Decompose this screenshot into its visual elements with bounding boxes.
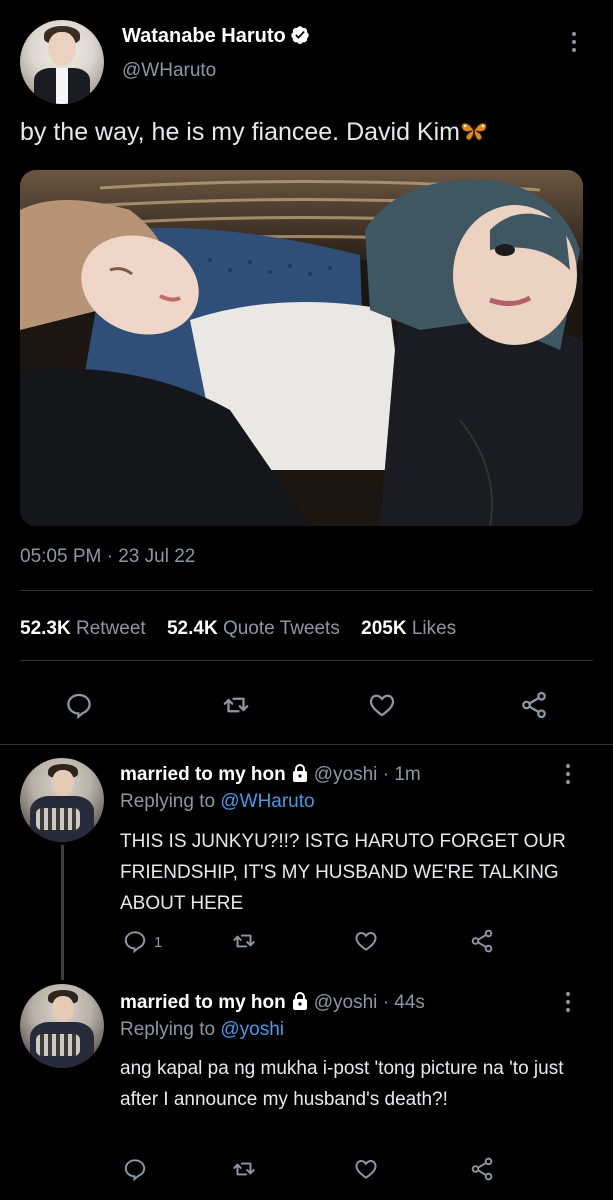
- tweet-timestamp[interactable]: 05:05 PM · 23 Jul 22: [20, 546, 195, 568]
- heart-icon[interactable]: [349, 924, 383, 958]
- author-handle[interactable]: @WHaruto: [122, 60, 216, 82]
- reply-header: married to my hon @yoshi · 1m: [120, 763, 421, 786]
- replying-to-handle[interactable]: @WHaruto: [220, 791, 314, 812]
- reply-action-bar: 1: [0, 924, 613, 960]
- more-vertical-icon[interactable]: [566, 32, 582, 56]
- replying-to: Replying to @yoshi: [120, 1019, 284, 1041]
- reply-author-handle[interactable]: @yoshi: [314, 764, 378, 785]
- replying-to-label: Replying to: [120, 791, 216, 812]
- likes-stat[interactable]: 205K Likes: [361, 618, 456, 640]
- heart-icon[interactable]: [365, 688, 399, 722]
- divider: [20, 660, 593, 661]
- reply-author-name[interactable]: married to my hon: [120, 992, 286, 1013]
- replying-to-label: Replying to: [120, 1019, 216, 1040]
- share-icon[interactable]: [517, 688, 551, 722]
- verified-badge-icon: [290, 26, 309, 44]
- replying-to-handle[interactable]: @yoshi: [220, 1019, 284, 1040]
- share-icon[interactable]: [465, 924, 499, 958]
- reply-text: ang kapal pa ng mukha i-post 'tong pictu…: [120, 1058, 564, 1110]
- reply-text: THIS IS JUNKYU?!!? ISTG HARUTO FORGET OU…: [120, 831, 566, 914]
- reply-icon[interactable]: [118, 1152, 152, 1186]
- likes-label: Likes: [411, 618, 457, 639]
- reply-icon[interactable]: [118, 924, 152, 958]
- lock-icon: [292, 764, 307, 782]
- reply-author-name[interactable]: married to my hon: [120, 764, 286, 785]
- quote-stat[interactable]: 52.4K Quote Tweets: [167, 618, 340, 640]
- reply-author-handle[interactable]: @yoshi: [314, 992, 378, 1013]
- replying-to: Replying to @WHaruto: [120, 791, 315, 813]
- retweet-icon[interactable]: [219, 688, 253, 722]
- quote-count: 52.4K: [166, 618, 218, 639]
- retweet-icon[interactable]: [227, 924, 261, 958]
- main-action-bar: [0, 688, 613, 724]
- author-name-row[interactable]: Watanabe Haruto: [122, 25, 310, 48]
- reply-time: · 44s: [382, 992, 425, 1013]
- reply-avatar[interactable]: [20, 984, 104, 1068]
- retweet-stat[interactable]: 52.3K Retweet: [20, 618, 146, 640]
- heart-icon[interactable]: [349, 1152, 383, 1186]
- more-vertical-icon[interactable]: [560, 992, 576, 1014]
- share-icon[interactable]: [465, 1152, 499, 1186]
- retweet-icon[interactable]: [227, 1152, 261, 1186]
- author-avatar[interactable]: [20, 20, 104, 104]
- lock-icon: [292, 992, 307, 1010]
- tweet-stats: 52.3K Retweet 52.4K Quote Tweets 205K Li…: [20, 618, 472, 640]
- divider: [20, 590, 593, 591]
- author-display-name[interactable]: Watanabe Haruto: [122, 25, 286, 47]
- tweet-photo[interactable]: [20, 170, 583, 526]
- reply-count: 1: [154, 934, 163, 951]
- retweet-count: 52.3K: [20, 618, 71, 639]
- photo-illustration: [20, 170, 583, 526]
- reply-action-bar: [0, 1152, 613, 1188]
- reply-time: · 1m: [382, 764, 421, 785]
- reply-avatar[interactable]: [20, 758, 104, 842]
- reply-icon[interactable]: [62, 688, 96, 722]
- reply-header: married to my hon @yoshi · 44s: [120, 991, 425, 1014]
- tweet-text: by the way, he is my fiancee. David Kim: [20, 118, 600, 147]
- retweet-label: Retweet: [75, 618, 146, 639]
- quote-label: Quote Tweets: [222, 618, 340, 639]
- likes-count: 205K: [361, 618, 407, 639]
- divider: [0, 744, 613, 745]
- more-vertical-icon[interactable]: [560, 764, 576, 786]
- tweet-body: by the way, he is my fiancee. David Kim: [20, 118, 460, 146]
- butterfly-emoji: [461, 122, 487, 141]
